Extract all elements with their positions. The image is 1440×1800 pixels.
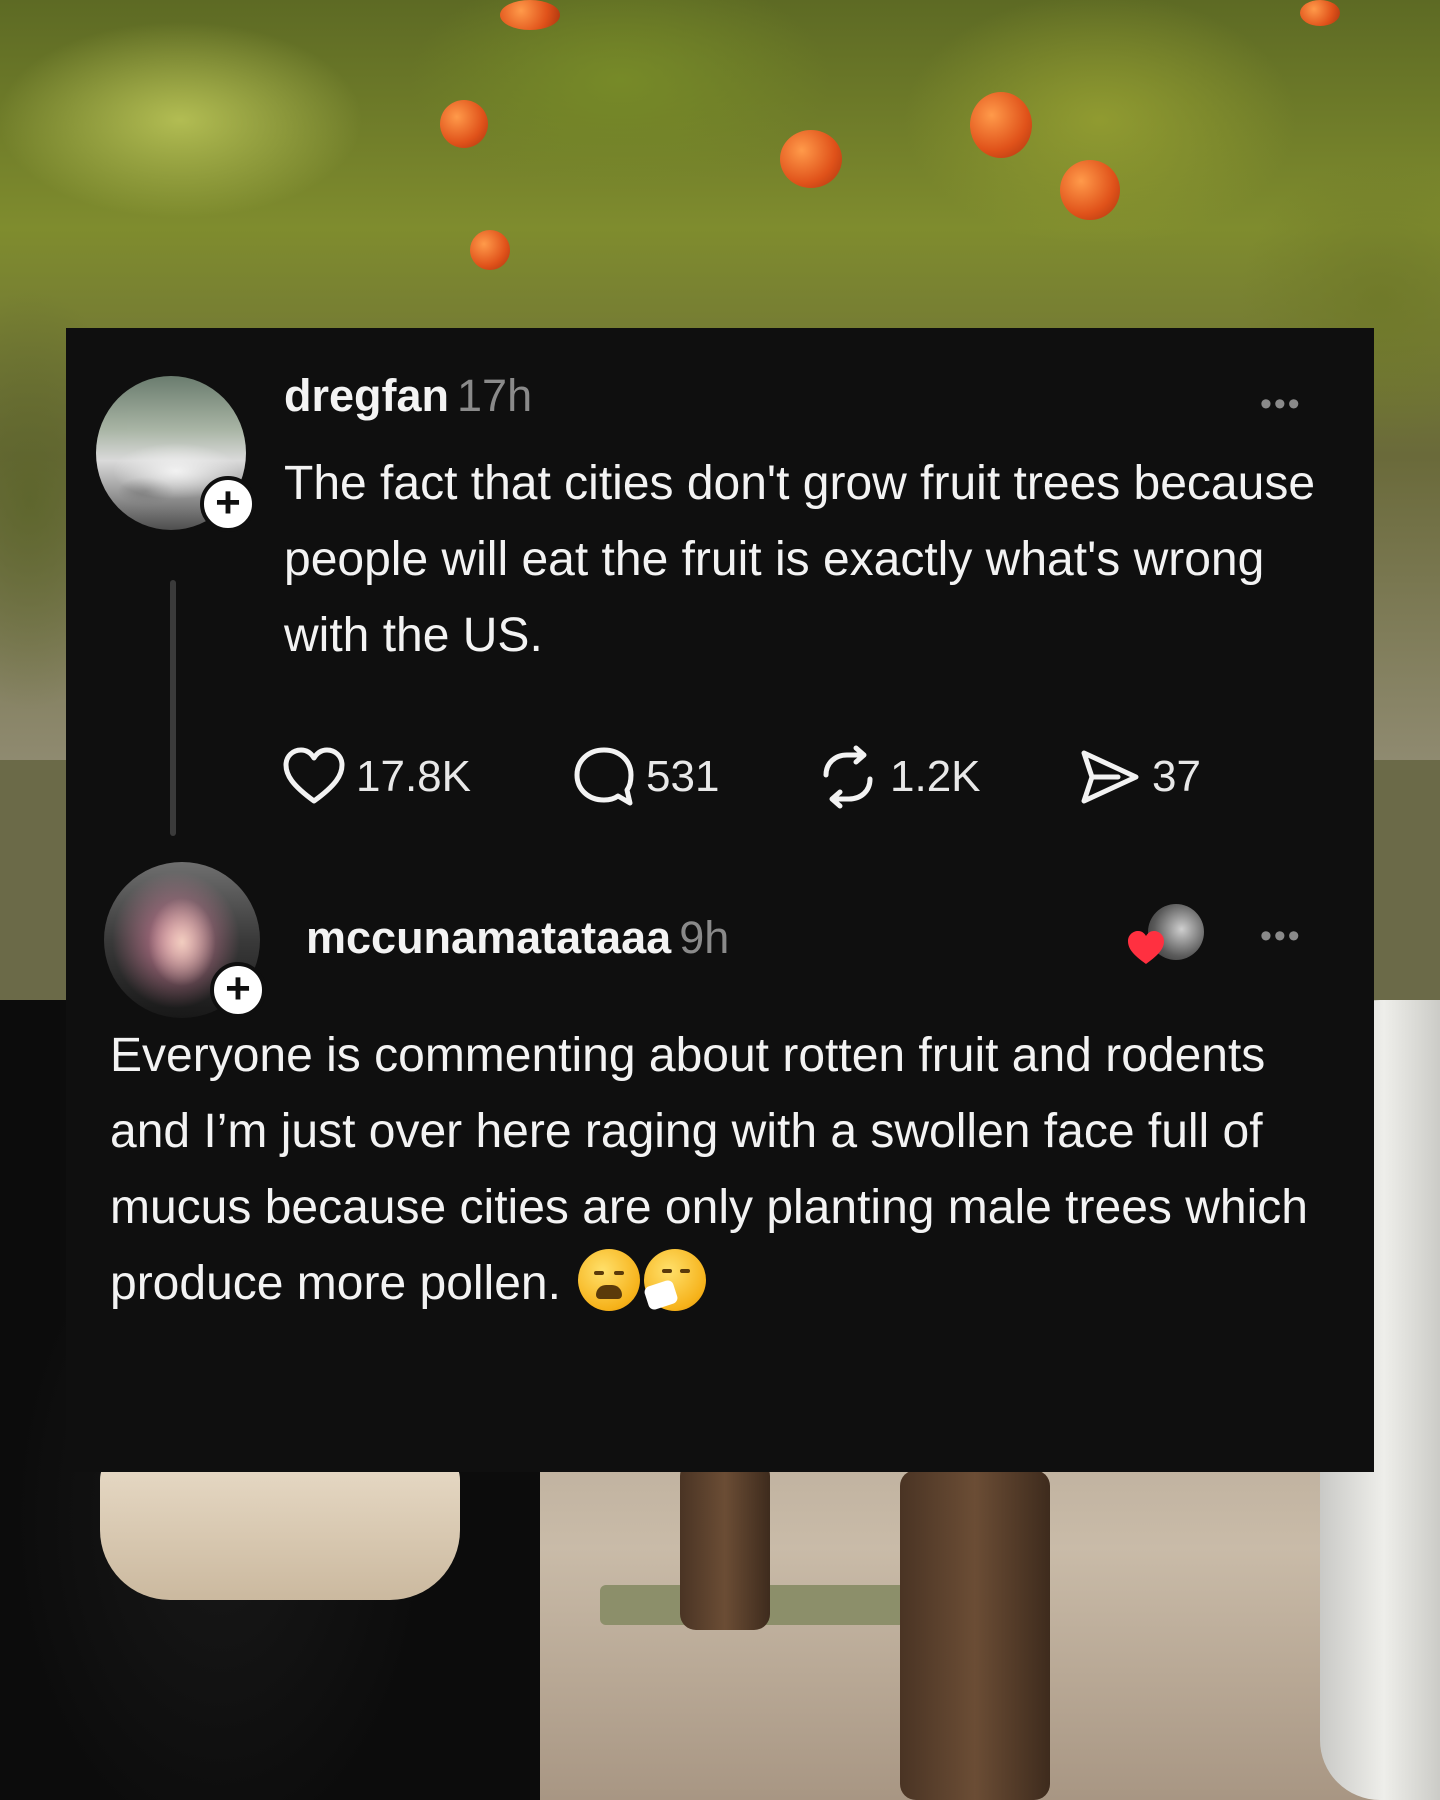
orange-fruit <box>1060 160 1120 220</box>
thread-line <box>170 580 176 836</box>
follow-button[interactable]: + <box>210 962 266 1018</box>
tree-trunk <box>900 1470 1050 1800</box>
orange-fruit <box>470 230 510 270</box>
follow-button[interactable]: + <box>200 476 256 532</box>
reply-text: Everyone is commenting about rotten frui… <box>110 1018 1310 1322</box>
share-count: 37 <box>1152 752 1201 801</box>
weary-face-emoji <box>578 1249 641 1311</box>
repost-button[interactable]: 1.2K <box>816 742 981 812</box>
liked-by-author <box>1126 904 1206 968</box>
post-card: + dregfan 17h ••• The fact that cities do… <box>66 328 1374 1472</box>
repost-count: 1.2K <box>890 752 981 801</box>
orange-fruit <box>780 130 842 188</box>
reply-text-content: Everyone is commenting about rotten frui… <box>110 1029 1308 1310</box>
comment-button[interactable]: 531 <box>572 742 719 812</box>
orange-fruit <box>1300 0 1340 26</box>
timestamp: 17h <box>457 370 533 421</box>
reply-header: mccunamatataaa 9h <box>306 912 729 964</box>
tree-trunk <box>680 1460 770 1630</box>
username[interactable]: mccunamatataaa <box>306 912 671 963</box>
heart-icon <box>1128 931 1164 964</box>
share-button[interactable]: 37 <box>1078 742 1201 812</box>
orange-fruit <box>500 0 560 30</box>
orange-fruit <box>440 100 488 148</box>
post-text: The fact that cities don't grow fruit tr… <box>284 457 1316 662</box>
comment-count: 531 <box>646 752 720 801</box>
timestamp: 9h <box>679 912 730 963</box>
like-count: 17.8K <box>356 752 471 801</box>
like-button[interactable]: 17.8K <box>282 742 471 812</box>
repost-icon <box>823 745 873 809</box>
handbag <box>100 1450 460 1600</box>
more-options-button[interactable]: ••• <box>1260 919 1302 953</box>
orange-fruit <box>970 92 1032 158</box>
comment-bubble-icon <box>574 747 634 806</box>
post-header: dregfan 17h <box>284 370 532 422</box>
heart-icon <box>283 747 345 804</box>
more-options-button[interactable]: ••• <box>1260 387 1302 421</box>
username[interactable]: dregfan <box>284 370 449 421</box>
sneezing-face-emoji <box>643 1249 707 1312</box>
send-icon <box>1081 750 1139 804</box>
